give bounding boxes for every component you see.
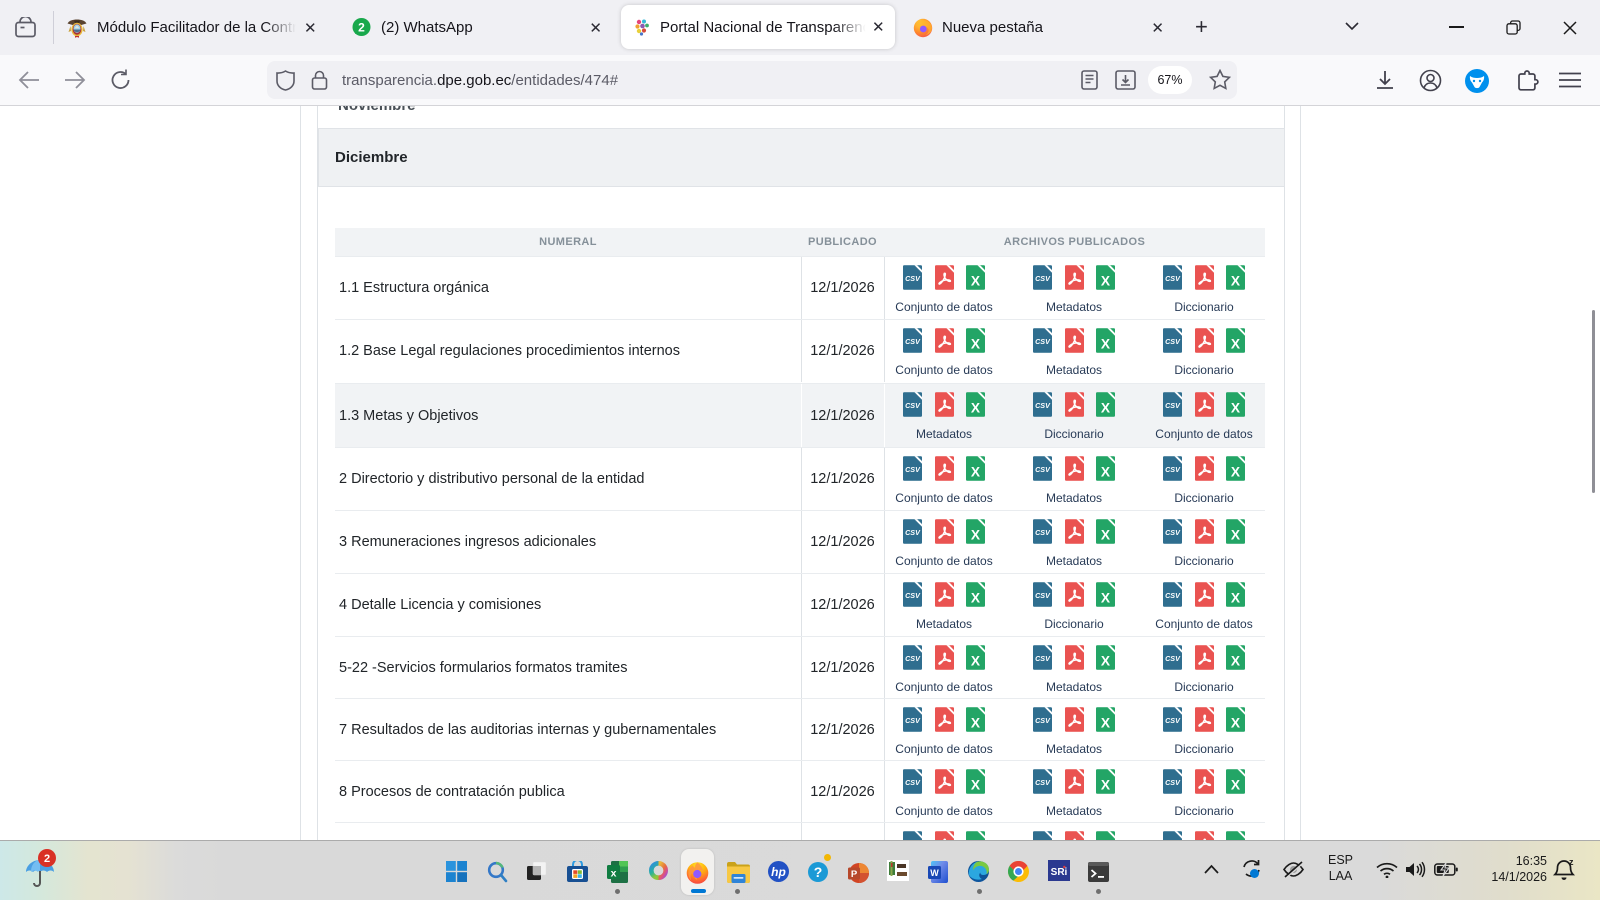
svg-text:P: P xyxy=(851,869,858,880)
svg-text:2: 2 xyxy=(44,853,50,865)
svg-text:?: ? xyxy=(814,864,823,880)
svg-text:x: x xyxy=(611,868,617,880)
svg-text:W: W xyxy=(930,868,939,878)
svg-text:hp: hp xyxy=(771,865,786,879)
svg-text:2: 2 xyxy=(358,21,365,35)
svg-text:z: z xyxy=(1569,858,1574,867)
svg-text:SRi: SRi xyxy=(1051,867,1068,878)
